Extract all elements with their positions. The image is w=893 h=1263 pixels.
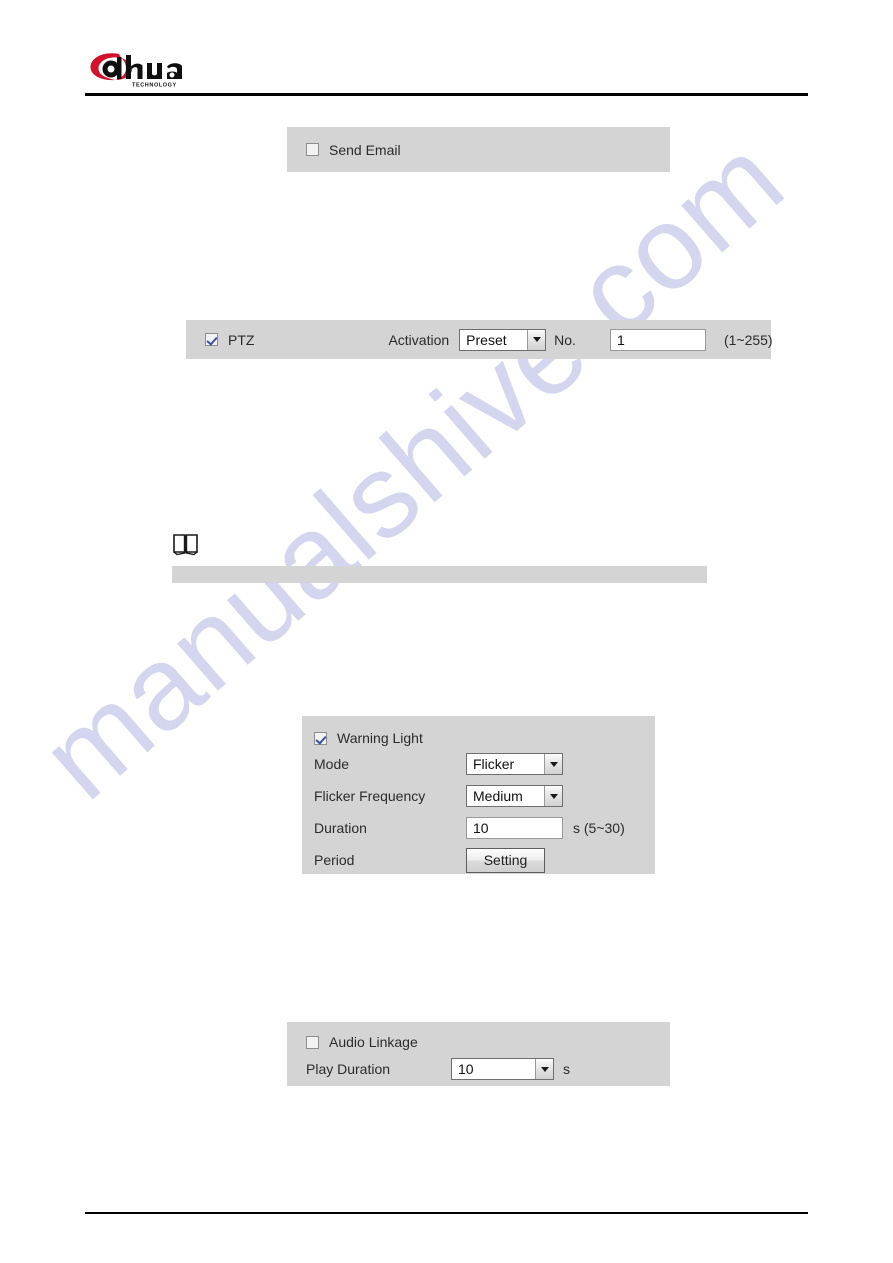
duration-input[interactable]: 10: [466, 817, 563, 839]
send-email-row: Send Email: [306, 127, 670, 172]
audio-linkage-panel: Audio Linkage Play Duration 10 s: [287, 1022, 670, 1086]
duration-label: Duration: [314, 820, 367, 836]
send-email-checkbox[interactable]: [306, 143, 319, 156]
send-email-panel: Send Email: [287, 127, 670, 172]
audio-linkage-play-duration-row: Play Duration 10 s: [306, 1053, 670, 1085]
warning-light-mode-row: Mode Flicker: [314, 748, 655, 780]
footer-divider: [85, 1212, 808, 1214]
duration-range-hint: s (5~30): [573, 820, 625, 836]
chevron-down-icon: [544, 754, 562, 774]
page-header: TECHNOLOGY: [0, 0, 893, 100]
warning-light-checkbox[interactable]: [314, 731, 327, 745]
audio-linkage-checkbox[interactable]: [306, 1035, 319, 1049]
warning-light-flicker-frequency-row: Flicker Frequency Medium: [314, 780, 655, 812]
ptz-checkbox[interactable]: [205, 333, 218, 346]
header-divider: [85, 93, 808, 96]
chevron-down-icon: [544, 786, 562, 806]
play-duration-select[interactable]: 10: [451, 1058, 554, 1080]
warning-light-period-row: Period Setting: [314, 844, 655, 876]
ptz-activation-label: Activation: [388, 331, 450, 348]
ptz-no-label: No.: [554, 331, 576, 348]
ptz-range-hint: (1~255): [723, 331, 773, 348]
chevron-down-icon: [535, 1059, 553, 1079]
dahua-logo-icon: TECHNOLOGY: [90, 53, 182, 89]
period-setting-button[interactable]: Setting: [466, 847, 545, 873]
audio-linkage-label: Audio Linkage: [329, 1034, 418, 1050]
warning-light-label: Warning Light: [337, 730, 423, 746]
chevron-down-icon: [527, 329, 546, 350]
warning-light-header-row: Warning Light: [314, 728, 655, 748]
flicker-frequency-label: Flicker Frequency: [314, 788, 426, 804]
warning-light-duration-row: Duration 10 s (5~30): [314, 812, 655, 844]
mode-select[interactable]: Flicker: [466, 753, 563, 775]
ptz-label: PTZ: [228, 331, 255, 348]
audio-linkage-header-row: Audio Linkage: [306, 1031, 670, 1053]
send-email-label: Send Email: [329, 141, 401, 158]
note-text-bar: [172, 566, 707, 583]
dahua-logo: TECHNOLOGY: [88, 50, 193, 90]
svg-text:TECHNOLOGY: TECHNOLOGY: [132, 83, 177, 89]
period-label: Period: [314, 852, 355, 868]
play-duration-value: 10: [452, 1059, 535, 1079]
ptz-no-input[interactable]: 1: [609, 328, 706, 351]
warning-light-panel: Warning Light Mode Flicker Flicker Frequ…: [302, 716, 655, 874]
flicker-frequency-value: Medium: [467, 786, 544, 806]
ptz-row: PTZ Activation Preset No. 1 (1~255): [205, 320, 773, 359]
ptz-activation-value: Preset: [460, 329, 528, 350]
mode-value: Flicker: [467, 754, 544, 774]
flicker-frequency-select[interactable]: Medium: [466, 785, 563, 807]
play-duration-label: Play Duration: [306, 1061, 391, 1077]
mode-label: Mode: [314, 756, 350, 772]
note-open-book-icon: [172, 532, 200, 556]
ptz-activation-select[interactable]: Preset: [459, 328, 547, 351]
ptz-panel: PTZ Activation Preset No. 1 (1~255): [186, 320, 773, 359]
play-duration-suffix: s: [563, 1061, 570, 1077]
